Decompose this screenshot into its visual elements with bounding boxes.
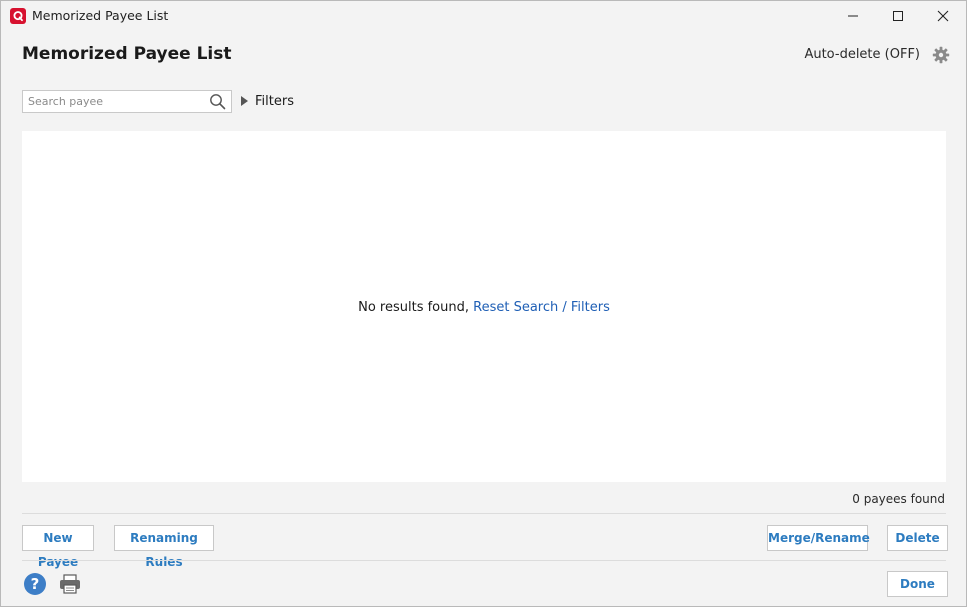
divider [22,560,946,561]
delete-button[interactable]: Delete [887,525,948,551]
reset-search-filters-link[interactable]: Reset Search / Filters [473,300,610,315]
gear-icon[interactable] [932,46,950,64]
results-list: No results found, Reset Search / Filters [22,131,946,482]
expand-arrow-icon [241,96,248,106]
divider [22,513,946,514]
page-title: Memorized Payee List [22,44,232,64]
no-results-text: No results found, [358,300,469,315]
minimize-button[interactable] [830,1,876,31]
renaming-rules-button[interactable]: Renaming Rules [114,525,214,569]
done-button[interactable]: Done [887,571,948,597]
new-payee-button[interactable]: New Payee [22,525,94,569]
auto-delete-toggle[interactable]: Auto-delete (OFF) [804,47,920,62]
quicken-logo-icon [10,8,26,24]
maximize-icon [893,11,903,21]
printer-icon[interactable] [59,574,81,594]
memorized-payee-window: Memorized Payee List Memorized Payee Lis… [0,0,967,607]
close-button[interactable] [920,1,966,31]
search-field[interactable] [22,90,232,113]
empty-state-message: No results found, Reset Search / Filters [22,300,946,315]
merge-rename-button[interactable]: Merge/Rename [767,525,870,551]
help-icon[interactable]: ? [24,573,46,595]
payee-count: 0 payees found [852,492,945,506]
title-bar[interactable]: Memorized Payee List [1,1,966,31]
search-input[interactable] [28,93,198,109]
filters-label: Filters [255,94,294,109]
minimize-icon [848,15,858,17]
close-icon [937,10,949,22]
maximize-button[interactable] [875,1,921,31]
search-icon[interactable] [209,93,226,110]
window-title: Memorized Payee List [32,8,169,23]
